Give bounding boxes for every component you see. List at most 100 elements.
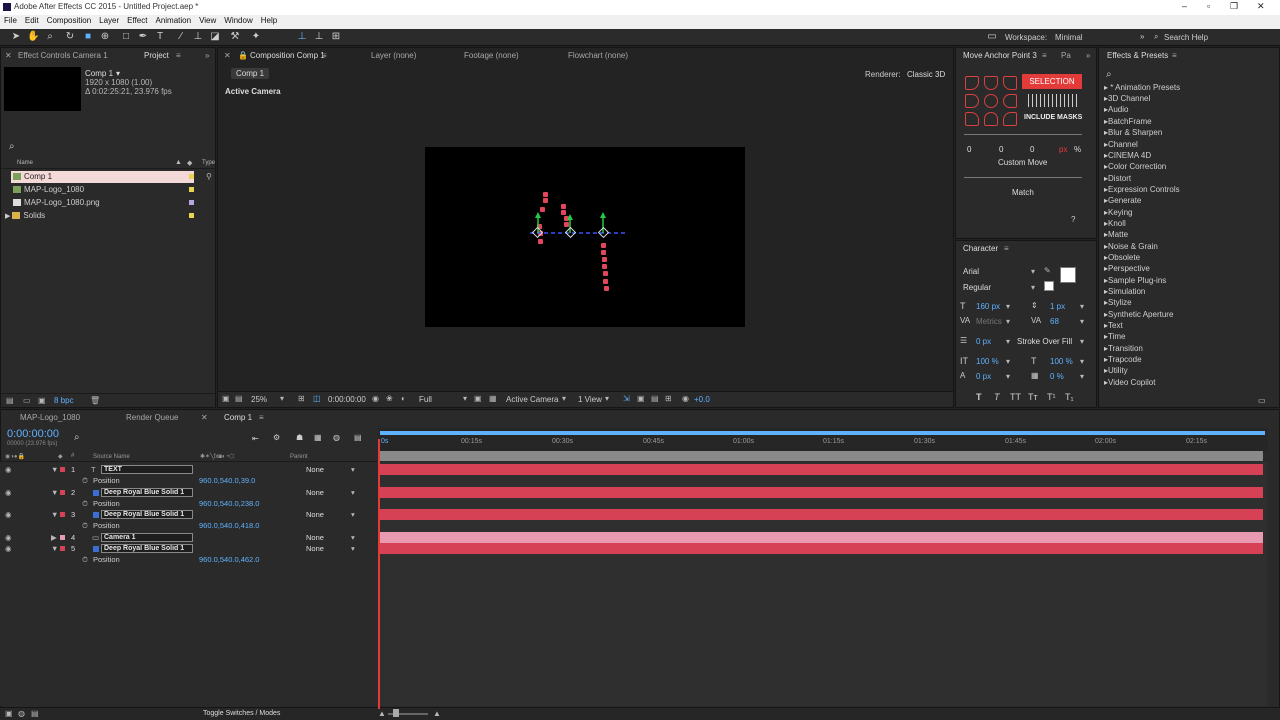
font-family-select[interactable]: Arial (963, 267, 979, 276)
rotate-tool-icon[interactable]: ↻ (64, 31, 76, 43)
parent-select[interactable]: None (306, 532, 324, 543)
flowchart-icon[interactable]: ⚲ (206, 172, 212, 181)
property-row[interactable]: ⏱ Position 960.0,540.0,238.0 (0, 498, 378, 509)
effects-category[interactable]: ▸Matte (1104, 230, 1128, 239)
effects-category[interactable]: ▸CINEMA 4D (1104, 151, 1151, 160)
eye-icon[interactable]: ◉ (5, 464, 12, 475)
fast-previews-icon[interactable]: ▣ (637, 394, 645, 403)
superscript-button[interactable]: T¹ (1047, 392, 1056, 402)
effects-category[interactable]: ▸Video Copilot (1104, 378, 1155, 387)
expand-panels-icon[interactable]: » (205, 48, 209, 64)
mode-bars-icon[interactable] (1028, 94, 1080, 107)
property-row[interactable]: ⏱ Position 960.0,540.0,462.0 (0, 554, 378, 565)
search-icon[interactable]: ⌕ (74, 432, 80, 443)
view-axis-icon[interactable]: ⊞ (330, 31, 342, 43)
effects-category[interactable]: ▸Utility (1104, 366, 1128, 375)
dropdown-icon[interactable]: ▾ (1080, 372, 1084, 381)
layer-name[interactable]: Deep Royal Blue Solid 1 (101, 488, 193, 497)
effects-category[interactable]: ▸Distort (1104, 174, 1131, 183)
roto-brush-tool-icon[interactable]: ⚒ (229, 31, 241, 43)
source-name-header[interactable]: Source Name (93, 454, 130, 460)
offset-y-field[interactable]: 0 (999, 145, 1003, 154)
property-value[interactable]: 960.0,540.0,238.0 (199, 498, 259, 509)
hand-tool-icon[interactable]: ✋ (27, 31, 39, 43)
clone-stamp-tool-icon[interactable]: ⊥ (192, 31, 204, 43)
effects-category[interactable]: ▸Synthetic Aperture (1104, 310, 1173, 319)
expand-panels-icon[interactable]: » (1086, 48, 1090, 64)
dropdown-icon[interactable]: ▾ (1080, 317, 1084, 326)
panel-menu-icon[interactable]: ≡ (1172, 48, 1177, 64)
eye-icon[interactable]: ◉ (5, 532, 12, 543)
channel-icon[interactable]: ◐ (401, 394, 406, 403)
leading-field[interactable]: 1 px (1050, 302, 1065, 311)
property-value[interactable]: 960.0,540.0,39.0 (199, 475, 255, 486)
comp-mini-flowchart-icon[interactable]: ⇤ (252, 434, 259, 443)
anchor-top-left-button[interactable] (965, 76, 979, 90)
timeline-icon[interactable]: ▤ (651, 394, 659, 403)
graph-editor-icon[interactable]: ▤ (354, 433, 362, 442)
dropdown-icon[interactable]: ▾ (605, 394, 609, 403)
label-column-icon[interactable]: ◆ (58, 453, 63, 460)
layer-bar[interactable] (380, 464, 1263, 475)
unit-px-toggle[interactable]: px (1059, 145, 1067, 154)
effects-category[interactable]: ▸Knoll (1104, 219, 1126, 228)
twirl-arrow-icon[interactable]: ▼ (51, 487, 58, 498)
resolution-icon[interactable]: ⊞ (298, 394, 305, 403)
effects-category[interactable]: ▸Expression Controls (1104, 185, 1180, 194)
menu-window[interactable]: Window (220, 15, 256, 29)
menu-effect[interactable]: Effect (123, 15, 151, 29)
layer-name[interactable]: Deep Royal Blue Solid 1 (101, 510, 193, 519)
menu-help[interactable]: Help (257, 15, 281, 29)
tab-layer[interactable]: Layer (none) (371, 48, 416, 64)
work-area-bar[interactable] (380, 431, 1265, 435)
effects-category[interactable]: ▸Audio (1104, 105, 1128, 114)
effects-category[interactable]: ▸Simulation (1104, 287, 1145, 296)
puppet-tool-icon[interactable]: ✦ (250, 31, 262, 43)
effects-category[interactable]: ▸3D Channel (1104, 94, 1150, 103)
effects-category[interactable]: ▸Transition (1104, 344, 1143, 353)
anchor-bottom-center-button[interactable] (984, 112, 998, 126)
maximize-icon[interactable]: ▫ (1207, 1, 1210, 11)
match-button[interactable]: Match (1012, 188, 1034, 197)
dropdown-icon[interactable]: ▾ (1080, 302, 1084, 311)
include-masks-toggle[interactable]: INCLUDE MASKS (1024, 114, 1082, 121)
stopwatch-icon[interactable]: ⏱ (82, 475, 88, 486)
camera-view-select[interactable]: Active Camera (506, 395, 558, 404)
dropdown-icon[interactable]: ▾ (1080, 357, 1084, 366)
workspace-chevron-icon[interactable]: » (1140, 32, 1144, 41)
offset-x-field[interactable]: 0 (967, 145, 971, 154)
effects-category[interactable]: ▸Generate (1104, 196, 1141, 205)
dropdown-icon[interactable]: ▾ (1006, 357, 1010, 366)
label-swatch[interactable] (60, 546, 65, 551)
dropdown-icon[interactable]: ▾ (351, 487, 355, 498)
preview-dropdown-icon[interactable]: ▾ (116, 69, 120, 78)
twirl-arrow-icon[interactable]: ▼ (51, 543, 58, 554)
region-icon[interactable]: ▤ (235, 394, 243, 403)
stopwatch-icon[interactable]: ⏱ (82, 554, 88, 565)
anchor-top-center-button[interactable] (984, 76, 998, 90)
twirl-arrow-icon[interactable]: ▶ (51, 532, 57, 543)
eraser-tool-icon[interactable]: ◪ (209, 31, 221, 43)
safe-margins-icon[interactable]: ◫ (313, 394, 321, 403)
playhead[interactable] (378, 439, 380, 709)
layer-bar[interactable] (380, 543, 1263, 554)
dropdown-icon[interactable]: ▾ (351, 543, 355, 554)
layer-name[interactable]: Deep Royal Blue Solid 1 (101, 544, 193, 553)
zoom-select[interactable]: 25% (251, 395, 267, 404)
selection-button[interactable]: SELECTION (1022, 74, 1082, 89)
dropdown-icon[interactable]: ▾ (1031, 267, 1035, 276)
tab-render-queue[interactable]: Render Queue (126, 410, 178, 426)
tab-project[interactable]: Project (144, 48, 169, 64)
layer-bar[interactable] (380, 487, 1263, 498)
anchor-middle-right-button[interactable] (1003, 94, 1017, 108)
dropdown-icon[interactable]: ▾ (1031, 283, 1035, 292)
parent-header[interactable]: Parent (290, 454, 308, 460)
effects-category[interactable]: ▸Text (1104, 321, 1123, 330)
property-row[interactable]: ⏱ Position 960.0,540.0,418.0 (0, 520, 378, 531)
comp-subtab[interactable]: Comp 1 (231, 68, 270, 79)
camera-tool-icon[interactable]: ■ (82, 31, 94, 43)
eyedropper-icon[interactable]: ✎ (1044, 266, 1051, 275)
workspace-select[interactable]: Minimal (1055, 33, 1083, 42)
column-type[interactable]: Type (202, 160, 215, 166)
dropdown-icon[interactable]: ▾ (351, 464, 355, 475)
